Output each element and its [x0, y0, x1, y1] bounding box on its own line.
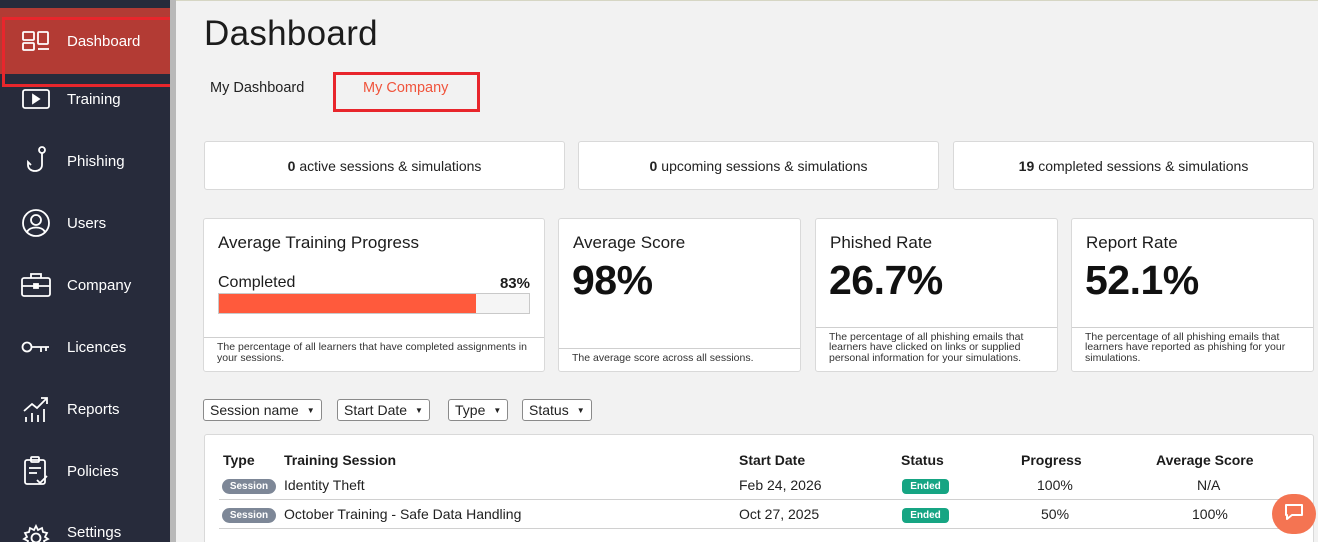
progress-value: 50%	[1041, 506, 1070, 522]
active-sessions-box: 0 active sessions & simulations	[204, 141, 565, 190]
phished-rate-value: 26.7%	[829, 257, 943, 303]
hook-icon	[20, 145, 52, 177]
tab-my-dashboard[interactable]: My Dashboard	[210, 80, 304, 96]
clipboard-icon	[20, 455, 52, 487]
top-divider	[176, 0, 1318, 1]
filter-label: Start Date	[344, 402, 408, 418]
tab-highlight	[333, 72, 480, 112]
sidebar-item-label: Policies	[67, 462, 119, 480]
column-header-type[interactable]: Type	[223, 452, 255, 468]
card-footer: The percentage of all learners that have…	[204, 337, 544, 371]
sidebar-item-dashboard[interactable]: Dashboard	[0, 8, 173, 87]
sidebar-item-training[interactable]: Training	[0, 68, 170, 130]
gear-icon	[20, 522, 52, 542]
key-icon	[20, 331, 52, 363]
sidebar-item-phishing[interactable]: Phishing	[0, 130, 170, 192]
status-badge: Ended	[902, 508, 949, 523]
card-title: Average Score	[573, 233, 686, 252]
sidebar-item-label: Settings	[67, 524, 122, 541]
column-header-start-date[interactable]: Start Date	[739, 452, 805, 468]
training-progress-card: Average Training Progress Completed 83% …	[203, 218, 545, 372]
chat-support-button[interactable]	[1272, 494, 1316, 534]
session-count: 19	[1018, 157, 1035, 174]
play-icon	[20, 83, 52, 115]
user-icon	[20, 207, 52, 239]
type-badge: Session	[222, 479, 276, 494]
progress-bar	[218, 293, 530, 314]
session-text: completed sessions & simulations	[1038, 157, 1249, 174]
progress-label: Completed	[218, 274, 296, 291]
column-header-average-score[interactable]: Average Score	[1156, 452, 1254, 468]
caret-down-icon: ▼	[576, 405, 585, 415]
card-title: Phished Rate	[830, 233, 933, 252]
sidebar-item-label: Licences	[67, 338, 127, 356]
sidebar: Dashboard Training Phishing Users Compan…	[0, 0, 173, 542]
average-score-value: N/A	[1197, 477, 1221, 493]
progress-fill	[219, 294, 477, 313]
filter-session-name[interactable]: Session name ▼	[203, 399, 322, 421]
session-count: 0	[649, 157, 658, 174]
filter-label: Session name	[210, 402, 299, 418]
chat-bubble-icon	[1283, 502, 1305, 527]
completed-sessions-box: 19 completed sessions & simulations	[953, 141, 1314, 190]
progress-percent: 83%	[499, 275, 530, 292]
caret-down-icon: ▼	[493, 405, 502, 415]
table-row[interactable]: Session Identity Theft Feb 24, 2026 Ende…	[219, 471, 1301, 500]
caret-down-icon: ▼	[415, 405, 423, 415]
column-header-status[interactable]: Status	[901, 452, 944, 468]
average-score-card: Average Score 98% The average score acro…	[558, 218, 801, 372]
sidebar-item-reports[interactable]: Reports	[0, 378, 170, 440]
sidebar-item-label: Phishing	[67, 152, 125, 170]
filter-type[interactable]: Type ▼	[448, 399, 509, 421]
average-score-value: 100%	[1192, 506, 1228, 522]
sessions-table: Type Training Session Start Date Status …	[204, 434, 1314, 542]
start-date: Oct 27, 2025	[739, 506, 820, 522]
sidebar-item-company[interactable]: Company	[0, 254, 170, 316]
session-text: active sessions & simulations	[299, 157, 482, 174]
briefcase-icon	[20, 269, 52, 301]
column-header-training-session[interactable]: Training Session	[284, 452, 396, 468]
sidebar-item-label: Dashboard	[67, 32, 141, 50]
average-score-value: 98%	[572, 257, 653, 303]
session-text: upcoming sessions & simulations	[661, 157, 868, 174]
sidebar-item-policies[interactable]: Policies	[0, 440, 170, 502]
filter-start-date[interactable]: Start Date ▼	[337, 399, 430, 421]
phished-rate-card: Phished Rate 26.7% The percentage of all…	[815, 218, 1058, 372]
sidebar-item-label: Training	[67, 90, 121, 108]
card-title: Average Training Progress	[218, 233, 419, 252]
start-date: Feb 24, 2026	[739, 477, 822, 493]
page-title: Dashboard	[204, 14, 378, 53]
caret-down-icon: ▼	[306, 405, 315, 415]
report-rate-value: 52.1%	[1085, 257, 1199, 303]
sidebar-item-label: Company	[67, 276, 132, 294]
card-footer: The percentage of all phishing emails th…	[1072, 326, 1313, 372]
sidebar-item-label: Users	[67, 214, 107, 232]
column-header-progress[interactable]: Progress	[1021, 452, 1082, 468]
session-count: 0	[287, 157, 296, 174]
card-footer: The average score across all sessions.	[559, 347, 800, 372]
chart-icon	[20, 393, 52, 425]
session-name[interactable]: October Training - Safe Data Handling	[284, 506, 521, 522]
filter-status[interactable]: Status ▼	[522, 399, 592, 421]
table-row[interactable]: Session October Training - Safe Data Han…	[219, 500, 1301, 529]
sidebar-item-licences[interactable]: Licences	[0, 316, 170, 378]
progress-value: 100%	[1037, 477, 1073, 493]
report-rate-card: Report Rate 52.1% The percentage of all …	[1071, 218, 1314, 372]
session-name[interactable]: Identity Theft	[284, 477, 365, 493]
filter-label: Type	[455, 402, 486, 418]
sidebar-item-users[interactable]: Users	[0, 192, 170, 254]
sidebar-item-settings[interactable]: Settings	[0, 502, 170, 542]
main-content: Dashboard My Dashboard My Company 0 acti…	[176, 0, 1318, 542]
type-badge: Session	[222, 508, 276, 523]
card-footer: The percentage of all phishing emails th…	[816, 326, 1057, 372]
sidebar-item-label: Reports	[67, 400, 120, 418]
card-title: Report Rate	[1086, 233, 1178, 252]
upcoming-sessions-box: 0 upcoming sessions & simulations	[578, 141, 939, 190]
dashboard-icon	[20, 25, 52, 57]
filter-label: Status	[529, 402, 569, 418]
status-badge: Ended	[902, 479, 949, 494]
